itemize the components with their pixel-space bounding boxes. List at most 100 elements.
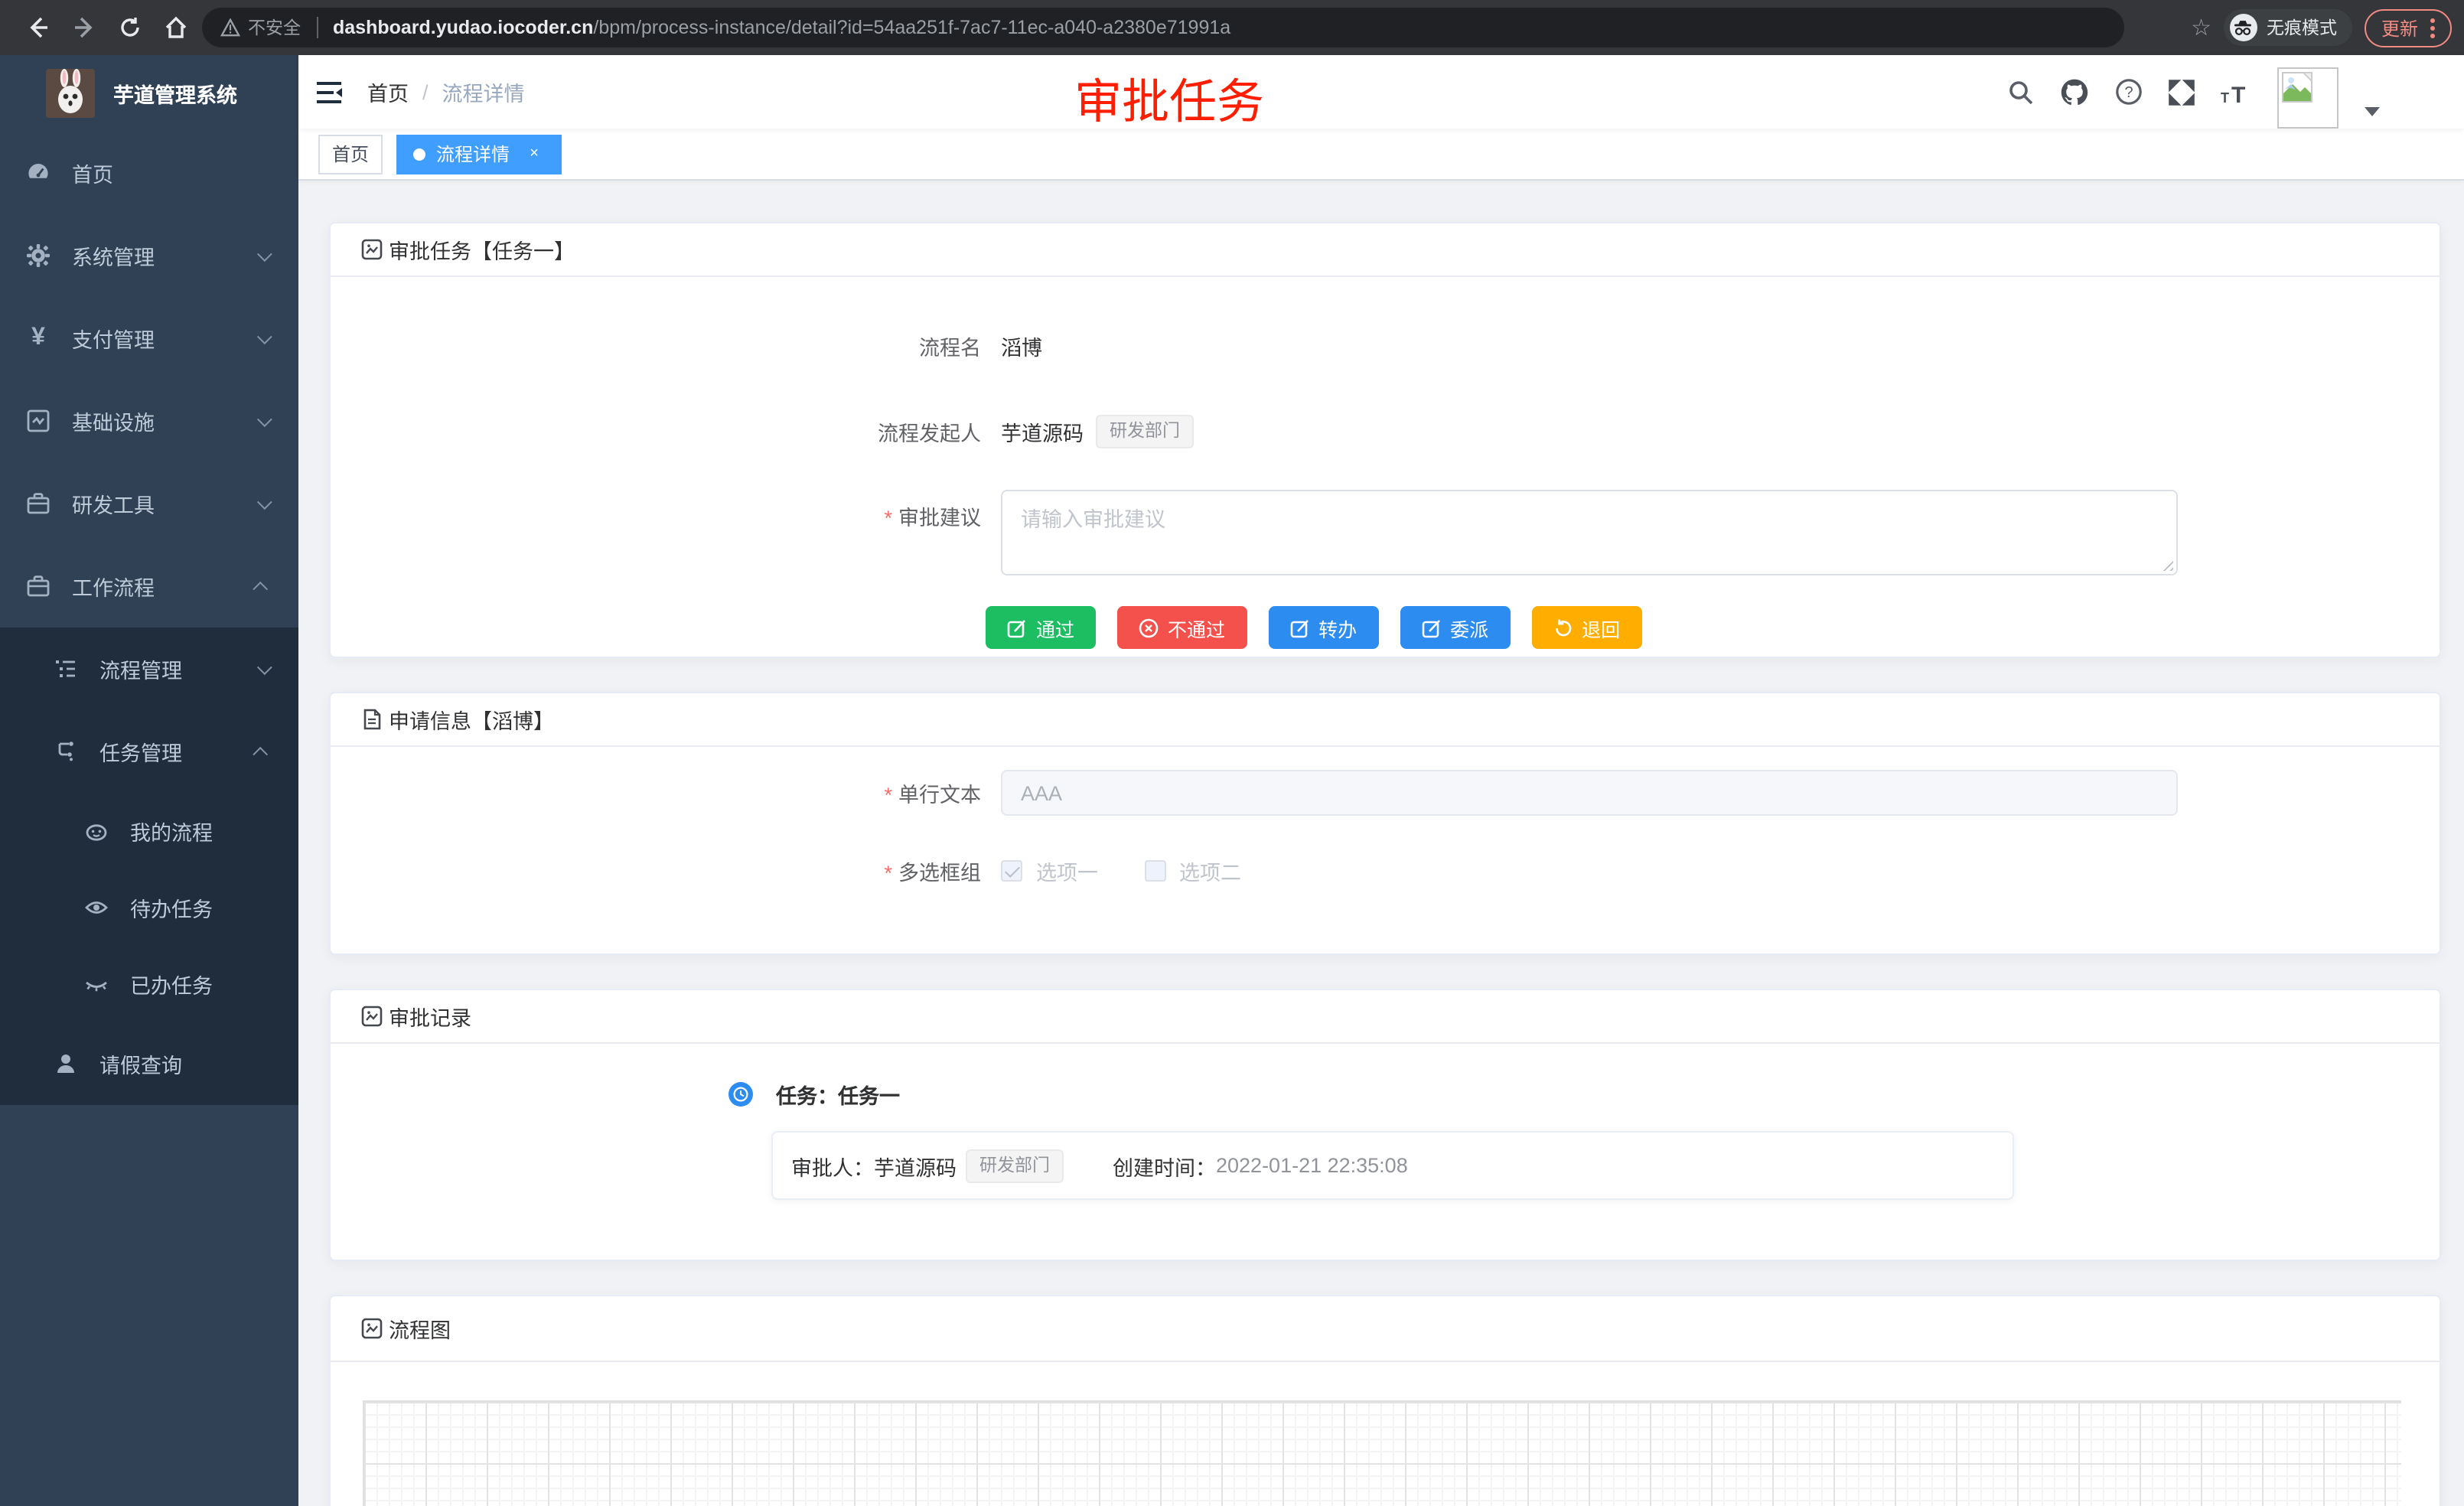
checkbox-icon (1144, 860, 1165, 882)
resize-grip[interactable] (2159, 557, 2173, 571)
sidebar-item-workflow[interactable]: 工作流程 (0, 545, 298, 628)
top-navbar: 首页 / 流程详情 审批任务 ? (298, 55, 2464, 129)
close-icon[interactable]: × (523, 143, 545, 165)
incognito-label: 无痕模式 (2267, 15, 2337, 40)
approval-card-header: 审批任务【任务一】 (331, 223, 2440, 277)
sidebar-item-my-process[interactable]: 我的流程 (0, 793, 298, 869)
svg-text:T: T (2221, 90, 2229, 104)
github-icon[interactable] (2060, 78, 2089, 106)
apply-card-header: 申请信息【滔博】 (331, 693, 2440, 747)
picture-icon (361, 239, 383, 260)
sidebar: 芋道管理系统 首页 系统管理 ¥ 支付管理 (0, 55, 298, 1506)
tab-process-detail[interactable]: 流程详情 × (396, 134, 562, 174)
sidebar-item-devtools[interactable]: 研发工具 (0, 462, 298, 545)
infra-icon (26, 409, 51, 433)
briefcase-icon (26, 574, 51, 598)
record-panel: 审批人： 芋道源码 研发部门 创建时间： 2022-01-21 22:35:08 (771, 1131, 2014, 1200)
breadcrumb-current: 流程详情 (442, 77, 525, 107)
sidebar-submenu: 流程管理 任务管理 我的流程 (0, 628, 298, 1105)
back-icon[interactable] (20, 9, 57, 46)
update-button[interactable]: 更新 (2365, 8, 2452, 47)
refresh-left-icon (1553, 618, 1573, 637)
sidebar-item-pay[interactable]: ¥ 支付管理 (0, 297, 298, 380)
sidebar-item-label: 基础设施 (72, 406, 257, 436)
process-name-label: 流程名 (331, 331, 1001, 361)
delegate-button[interactable]: 委派 (1400, 606, 1510, 649)
initiator-value: 芋道源码 (1001, 416, 1084, 447)
svg-text:T: T (2231, 83, 2245, 104)
annotation-title: 审批任务 (1074, 63, 1264, 132)
checkbox-option-2[interactable]: 选项二 (1144, 856, 1241, 886)
create-time-value: 2022-01-21 22:35:08 (1216, 1154, 1408, 1177)
sidebar-item-system[interactable]: 系统管理 (0, 214, 298, 297)
search-icon[interactable] (2008, 79, 2034, 105)
sidebar-item-task-mgmt[interactable]: 任务管理 (0, 710, 298, 793)
process-name-value: 滔博 (1001, 331, 1042, 361)
browser-menu-icon[interactable] (2430, 18, 2435, 37)
chevron-down-icon (257, 411, 272, 426)
button-label: 委派 (1450, 613, 1488, 642)
breadcrumb-separator: / (422, 80, 429, 103)
help-icon[interactable]: ? (2115, 78, 2143, 106)
assignee-label: 审批人： (791, 1150, 874, 1181)
sidebar-item-infra[interactable]: 基础设施 (0, 380, 298, 462)
approve-button[interactable]: 通过 (986, 606, 1096, 649)
sidebar-item-todo-tasks[interactable]: 待办任务 (0, 869, 298, 946)
process-name-row: 流程名 滔博 (331, 323, 2440, 369)
record-card-header: 审批记录 (331, 990, 2440, 1044)
incognito-badge: 无痕模式 (2224, 9, 2352, 46)
picture-icon (361, 1318, 383, 1339)
sidebar-item-done-tasks[interactable]: 已办任务 (0, 946, 298, 1022)
task-title: 任务：任务一 (776, 1079, 900, 1110)
yen-icon: ¥ (26, 326, 51, 350)
chevron-down-icon (257, 494, 272, 509)
page-content: 审批任务【任务一】 流程名 滔博 流程发起人 芋道源码 研发部门 (298, 181, 2464, 1506)
gear-icon (26, 243, 51, 268)
caret-down-icon[interactable] (2365, 107, 2380, 116)
tree-icon (54, 657, 78, 681)
suggestion-textarea[interactable]: 请输入审批建议 (1001, 490, 2178, 575)
sidebar-item-leave-query[interactable]: 请假查询 (0, 1022, 298, 1105)
transfer-button[interactable]: 转办 (1268, 606, 1378, 649)
address-bar[interactable]: 不安全 dashboard.yudao.iocoder.cn/bpm/proce… (202, 8, 2124, 47)
checkbox-label: 选项二 (1179, 856, 1241, 886)
briefcase-icon (26, 491, 51, 516)
suggestion-label: 审批建议 (331, 500, 1001, 531)
reload-icon[interactable] (112, 9, 148, 46)
sidebar-item-process-mgmt[interactable]: 流程管理 (0, 628, 298, 710)
sidebar-toggle-icon[interactable] (317, 80, 343, 103)
text-field-row: 单行文本 AAA (331, 770, 2440, 816)
button-label: 转办 (1318, 613, 1357, 642)
text-field-input[interactable]: AAA (1001, 770, 2178, 816)
incognito-icon (2230, 14, 2257, 41)
app-logo-row[interactable]: 芋道管理系统 (0, 55, 298, 132)
reject-button[interactable]: 不通过 (1117, 606, 1247, 649)
update-label: 更新 (2381, 15, 2418, 41)
home-icon[interactable] (158, 9, 194, 46)
button-label: 退回 (1582, 613, 1620, 642)
return-button[interactable]: 退回 (1531, 606, 1641, 649)
suggestion-row: 审批建议 请输入审批建议 (331, 490, 2440, 575)
process-diagram-card: 流程图 (329, 1295, 2441, 1506)
fullscreen-icon[interactable] (2169, 79, 2195, 105)
tab-label: 流程详情 (436, 141, 510, 167)
svg-text:?: ? (2124, 84, 2133, 101)
avatar[interactable] (2277, 67, 2339, 129)
bookmark-star-icon[interactable]: ☆ (2191, 14, 2211, 41)
card-title: 申请信息【滔博】 (389, 704, 554, 735)
tags-view: 首页 流程详情 × (298, 129, 2464, 181)
initiator-label: 流程发起人 (331, 416, 1001, 447)
security-chip[interactable]: 不安全 (220, 15, 301, 40)
tab-home[interactable]: 首页 (318, 134, 383, 174)
approval-record-card: 审批记录 任务：任务一 审批人： 芋道源码 研发部门 创建时间： 2022-01… (329, 989, 2441, 1261)
bpmn-canvas[interactable] (363, 1400, 2401, 1506)
sidebar-item-home[interactable]: 首页 (0, 132, 298, 214)
card-title: 审批任务【任务一】 (389, 234, 575, 265)
button-label: 不通过 (1168, 613, 1225, 642)
sidebar-item-label: 研发工具 (72, 488, 257, 519)
font-size-icon[interactable]: TT (2221, 80, 2251, 104)
checkbox-option-1[interactable]: 选项一 (1001, 856, 1098, 886)
create-time-label: 创建时间： (1113, 1150, 1216, 1181)
forward-icon[interactable] (66, 9, 103, 46)
breadcrumb-home[interactable]: 首页 (367, 77, 409, 107)
